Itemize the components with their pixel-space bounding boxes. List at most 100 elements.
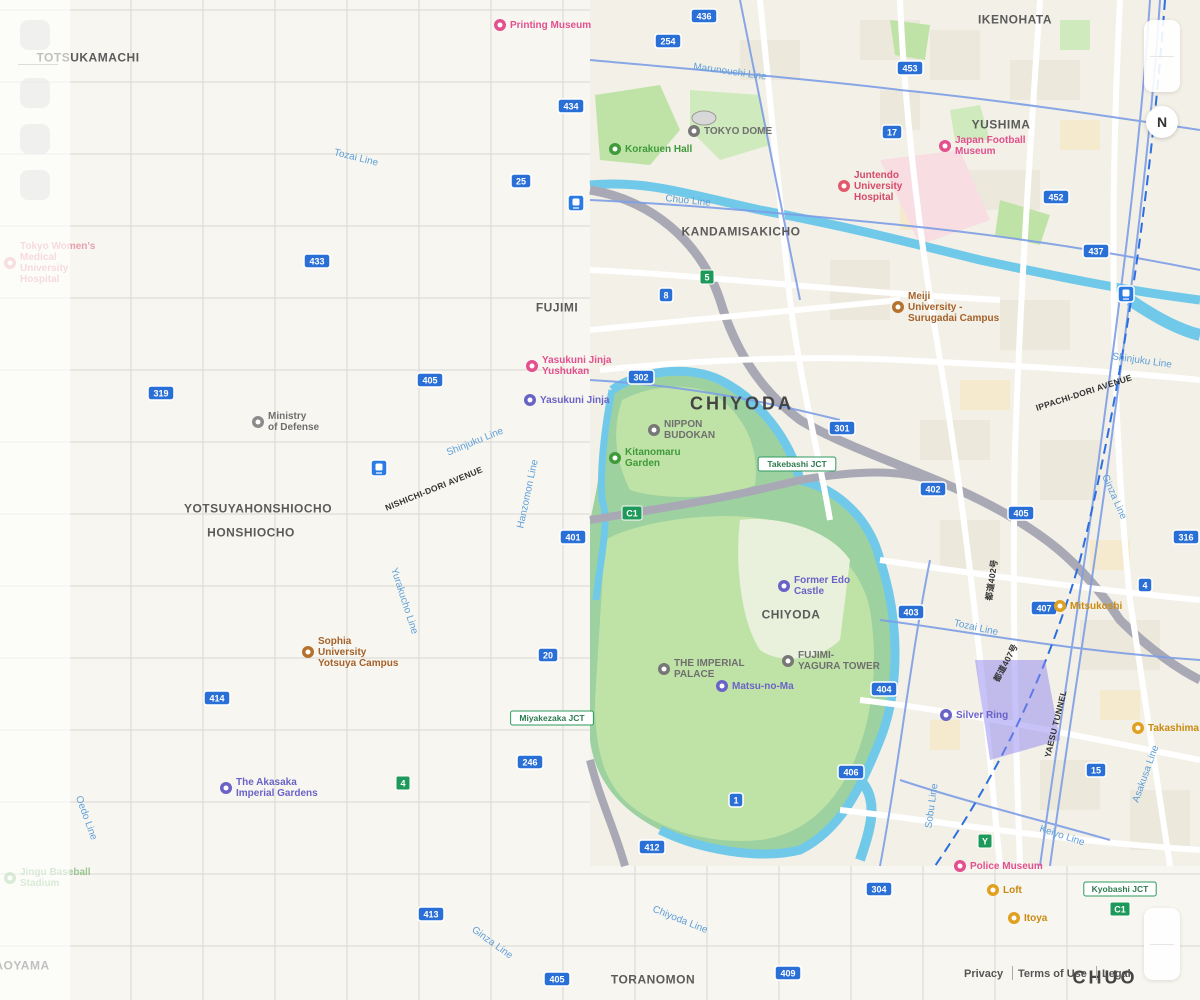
road-shield-number: 409 (780, 969, 795, 979)
museum-icon[interactable] (954, 860, 966, 872)
school-icon[interactable] (892, 301, 904, 313)
poi-label[interactable]: Sophia University Yotsuya Campus (318, 636, 398, 669)
road-shield-number: 8 (663, 291, 668, 301)
road-shield-number: 453 (902, 64, 917, 74)
area-label: YOTSUYAHONSHIOCHO (183, 501, 333, 516)
poi-label[interactable]: Yasukuni Jinja (540, 395, 609, 406)
road-shield: 8 (658, 287, 674, 303)
poi-label[interactable]: Police Museum (970, 861, 1043, 872)
road-shield: 406 (837, 764, 865, 780)
landmark-icon[interactable] (778, 580, 790, 592)
landmark-icon[interactable] (940, 709, 952, 721)
road-shield: 413 (417, 906, 445, 922)
road-shield: 405 (543, 971, 571, 987)
road-shield-number: 405 (549, 975, 564, 985)
road-shield-number: 20 (543, 651, 553, 661)
area-label: CHIYODA (761, 607, 821, 622)
train-station-icon[interactable] (567, 194, 585, 212)
terms-link[interactable]: Terms of Use (1018, 968, 1087, 980)
road-shield-number: 412 (644, 843, 659, 853)
hospital-icon[interactable] (838, 180, 850, 192)
area-label: KANDAMISAKICHO (681, 224, 801, 239)
poi-label[interactable]: Silver Ring (956, 710, 1008, 721)
poi-label[interactable]: Ministry of Defense (268, 411, 319, 433)
landmark-icon[interactable] (220, 782, 232, 794)
poi-label[interactable]: The Akasaka Imperial Gardens (236, 777, 318, 799)
footer-separator (1012, 966, 1013, 980)
poi-label[interactable]: Former Edo Castle (794, 575, 850, 597)
landmark-icon[interactable] (716, 680, 728, 692)
sidebar-button-2[interactable] (20, 78, 50, 108)
area-label: FUJIMI (535, 300, 579, 315)
area-label: IKENOHATA (977, 12, 1053, 27)
school-icon[interactable] (302, 646, 314, 658)
route-sign-text: 5 (704, 273, 709, 283)
area-label: CHIYODA (689, 393, 795, 414)
shopping-icon[interactable] (1054, 600, 1066, 612)
sidebar-divider (18, 64, 58, 65)
museum-icon[interactable] (939, 140, 951, 152)
road-shield: 17 (881, 124, 903, 140)
government-icon[interactable] (252, 416, 264, 428)
expressway-route-sign: 4 (395, 775, 411, 791)
poi-label[interactable]: Korakuen Hall (625, 144, 692, 155)
train-station-icon[interactable] (1117, 285, 1135, 303)
road-shield-number: 434 (563, 102, 578, 112)
road-shield: 407 (1030, 600, 1058, 616)
road-shield: 405 (1007, 505, 1035, 521)
poi-label[interactable]: TOKYO DOME (704, 126, 772, 137)
tower-icon[interactable] (782, 655, 794, 667)
map-mode-control[interactable] (1144, 908, 1180, 980)
stadium-icon[interactable] (688, 125, 700, 137)
poi-label[interactable]: Kitanomaru Garden (625, 447, 681, 469)
road-shield-number: 413 (423, 910, 438, 920)
shopping-icon[interactable] (987, 884, 999, 896)
arena-icon[interactable] (648, 424, 660, 436)
palace-icon[interactable] (658, 663, 670, 675)
sidebar-button-4[interactable] (20, 170, 50, 200)
road-shield-number: 319 (153, 389, 168, 399)
poi-label[interactable]: Itoya (1024, 913, 1047, 924)
poi-label[interactable]: Juntendo University Hospital (854, 170, 902, 203)
poi-label[interactable]: Matsu-no-Ma (732, 681, 794, 692)
road-shield: 402 (919, 481, 947, 497)
sidebar-button-1[interactable] (20, 20, 50, 50)
road-shield: 414 (203, 690, 231, 706)
poi-label[interactable]: NIPPON BUDOKAN (664, 419, 715, 441)
train-station-icon[interactable] (370, 459, 388, 477)
poi-label[interactable]: Meiji University - Surugadai Campus (908, 291, 999, 324)
poi-label[interactable]: Takashima (1148, 723, 1199, 734)
poi-label[interactable]: FUJIMI- YAGURA TOWER (798, 650, 880, 672)
poi-label[interactable]: Japan Football Museum (955, 135, 1026, 157)
poi-label[interactable]: Yasukuni Jinja Yushukan (542, 355, 611, 377)
compass-button[interactable]: N (1146, 106, 1178, 138)
museum-icon[interactable] (526, 360, 538, 372)
shopping-icon[interactable] (1008, 912, 1020, 924)
museum-icon[interactable] (494, 19, 506, 31)
poi-label[interactable]: Printing Museum (510, 20, 591, 31)
road-shield: 437 (1082, 243, 1110, 259)
compass-north-label: N (1156, 114, 1168, 130)
road-shield: 405 (416, 372, 444, 388)
expressway-route-sign: Y (977, 833, 993, 849)
road-shield-number: 407 (1036, 604, 1051, 614)
privacy-link[interactable]: Privacy (964, 968, 1003, 980)
expressway-route-sign: C1 (1109, 901, 1131, 917)
poi-label[interactable]: Loft (1003, 885, 1022, 896)
road-shield: 403 (897, 604, 925, 620)
legal-link[interactable]: Legal (1102, 968, 1131, 980)
road-shield-number: 414 (209, 694, 224, 704)
shrine-icon[interactable] (524, 394, 536, 406)
leisure-icon[interactable] (609, 143, 621, 155)
park-icon[interactable] (609, 452, 621, 464)
road-shield-number: 302 (633, 373, 648, 383)
junction-label: Miyakezaka JCT (510, 710, 594, 726)
road-shield: 401 (559, 529, 587, 545)
road-shield-number: 436 (696, 12, 711, 22)
route-sign-text: C1 (626, 509, 638, 519)
poi-label[interactable]: THE IMPERIAL PALACE (674, 658, 745, 680)
zoom-control[interactable] (1144, 20, 1180, 92)
sidebar-button-3[interactable] (20, 124, 50, 154)
poi-label[interactable]: Mitsukoshi (1070, 601, 1122, 612)
shopping-icon[interactable] (1132, 722, 1144, 734)
